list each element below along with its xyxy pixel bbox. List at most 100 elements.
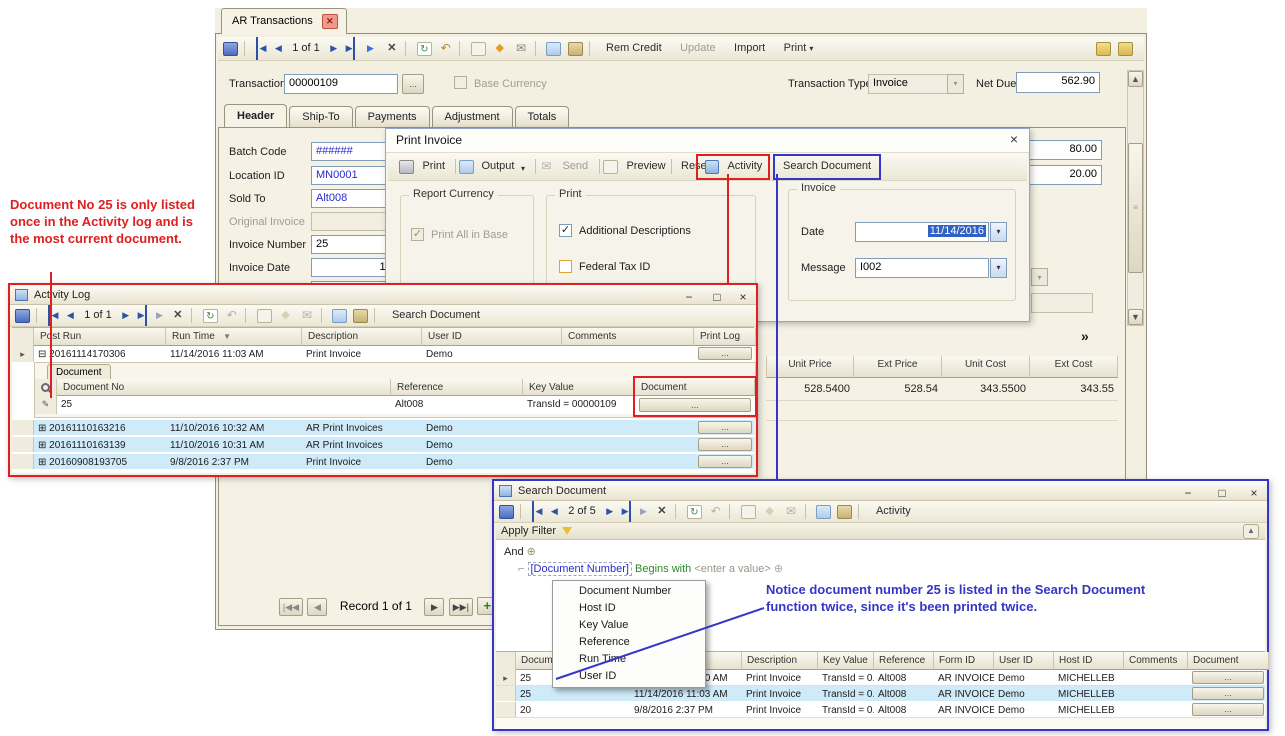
print-menu-button[interactable]: Print ▾ xyxy=(784,37,814,60)
col-description[interactable]: Description xyxy=(302,328,422,346)
save-icon[interactable] xyxy=(15,309,30,323)
scroll-down-icon[interactable]: ▼ xyxy=(1128,309,1143,325)
col-print-log[interactable]: Print Log xyxy=(694,328,756,346)
dialog-close-icon[interactable]: × xyxy=(1005,131,1023,147)
table-row[interactable]: 25 11/14/2016 11:03 AM Print Invoice Tra… xyxy=(496,686,1265,702)
nav-prev-icon[interactable]: ◀ xyxy=(551,501,558,522)
col-post-run[interactable]: Post Run xyxy=(34,328,166,346)
maximize-icon[interactable]: □ xyxy=(708,287,726,307)
record-first-button[interactable]: |◀◀ xyxy=(279,598,303,616)
table-row[interactable]: ⊞ 20160908193705 9/8/2016 2:37 PM Print … xyxy=(12,454,754,470)
invoice-message-field[interactable]: I002 xyxy=(855,258,989,278)
subgrid-tab-document[interactable]: Document xyxy=(47,364,111,379)
transaction-no-browse-button[interactable]: ... xyxy=(402,74,424,94)
document-button[interactable]: ... xyxy=(1192,671,1264,684)
grid-col-ext-price[interactable]: Ext Price xyxy=(854,356,942,378)
nav-next-icon[interactable]: ▶ xyxy=(122,305,129,326)
subcol-document-no[interactable]: Document No xyxy=(57,379,391,396)
rem-credit-button[interactable]: Rem Credit xyxy=(606,37,662,60)
nav-prev-icon[interactable]: ◀ xyxy=(275,37,282,60)
minimize-icon[interactable]: − xyxy=(680,287,698,307)
expand-columns-icon[interactable]: » xyxy=(1081,328,1089,344)
table-row[interactable]: ▸ ⊟ 20161114170306 11/14/2016 11:03 AM P… xyxy=(12,346,754,362)
record-prev-button[interactable]: ◀ xyxy=(307,598,327,616)
table-row[interactable]: ⊞ 20161110163216 11/10/2016 10:32 AM AR … xyxy=(12,420,754,436)
close-icon[interactable]: × xyxy=(1245,483,1263,503)
col-reference[interactable]: Reference xyxy=(874,652,934,670)
menu-item[interactable]: Document Number xyxy=(553,583,705,600)
scroll-up-icon[interactable]: ▲ xyxy=(1128,71,1143,87)
subcol-reference[interactable]: Reference xyxy=(391,379,523,396)
table-row[interactable]: ⊞ 20161110163139 11/10/2016 10:31 AM AR … xyxy=(12,437,754,453)
activity-button[interactable]: Activity xyxy=(696,154,770,180)
col-key-value[interactable]: Key Value xyxy=(818,652,874,670)
col-document[interactable]: Document xyxy=(1188,652,1269,670)
invoice-message-dropdown-icon[interactable]: ▾ xyxy=(990,258,1007,278)
copy-icon[interactable] xyxy=(546,42,561,56)
apply-filter-bar[interactable]: Apply Filter ▲ xyxy=(496,523,1265,540)
scroll-thumb[interactable]: ≡ xyxy=(1128,143,1143,273)
col-comments[interactable]: Comments xyxy=(562,328,694,346)
print-button[interactable]: Print xyxy=(422,153,445,180)
delete-icon[interactable]: ✕ xyxy=(384,42,399,56)
vertical-scrollbar[interactable]: ▲ ≡ ▼ xyxy=(1127,70,1144,326)
nav-next-icon[interactable]: ▶ xyxy=(606,501,613,522)
collapse-panel-icon[interactable]: ▲ xyxy=(1243,524,1259,539)
menu-item[interactable]: Key Value xyxy=(553,617,705,634)
refresh-icon[interactable]: ↻ xyxy=(687,505,702,519)
transaction-no-field[interactable]: 00000109 xyxy=(284,74,398,94)
table-row[interactable]: 20 9/8/2016 2:37 PM Print Invoice TransI… xyxy=(496,702,1265,718)
grid-col-unit-price[interactable]: Unit Price xyxy=(766,356,854,378)
filter-operator[interactable]: Begins with xyxy=(635,563,691,575)
filter-value[interactable]: <enter a value> xyxy=(694,563,770,575)
invoice-date-field[interactable]: 11/14/2016 xyxy=(855,222,989,242)
notes-icon[interactable] xyxy=(1118,42,1133,56)
delete-icon[interactable]: ✕ xyxy=(654,505,669,519)
subgrid-row[interactable]: ✎ 25 Alt008 TransId = 00000109 ... xyxy=(35,396,755,414)
paste-icon[interactable] xyxy=(568,42,583,56)
col-description[interactable]: Description xyxy=(742,652,818,670)
nav-next-icon[interactable]: ▶ xyxy=(330,37,337,60)
document-button[interactable]: ... xyxy=(639,398,751,412)
search-document-button[interactable]: Search Document xyxy=(773,154,881,180)
save-icon[interactable] xyxy=(499,505,514,519)
import-button[interactable]: Import xyxy=(734,37,765,60)
nav-first-icon[interactable]: ◀ xyxy=(532,501,542,522)
col-user-id[interactable]: User ID xyxy=(994,652,1054,670)
nav-last-icon[interactable]: ▶ xyxy=(138,305,148,326)
col-comments[interactable]: Comments xyxy=(1124,652,1188,670)
col-user-id[interactable]: User ID xyxy=(422,328,562,346)
subcol-key-value[interactable]: Key Value xyxy=(523,379,635,396)
tab-ship-to[interactable]: Ship-To xyxy=(289,106,352,128)
maximize-icon[interactable]: □ xyxy=(1213,483,1231,503)
document-button[interactable]: ... xyxy=(1192,703,1264,716)
print-log-button[interactable]: ... xyxy=(698,347,752,360)
paste-icon[interactable] xyxy=(353,309,368,323)
output-dropdown-icon[interactable]: ▾ xyxy=(521,164,525,173)
add-condition-icon[interactable]: ⊕ xyxy=(527,546,536,558)
menu-item[interactable]: Host ID xyxy=(553,600,705,617)
print-log-button[interactable]: ... xyxy=(698,438,752,451)
minimize-icon[interactable]: − xyxy=(1179,483,1197,503)
menu-item[interactable]: Reference xyxy=(553,634,705,651)
preview-icon[interactable] xyxy=(257,309,272,323)
output-button[interactable]: Output xyxy=(481,153,514,180)
col-host-id[interactable]: Host ID xyxy=(1054,652,1124,670)
close-icon[interactable]: × xyxy=(734,287,752,307)
grid-col-unit-cost[interactable]: Unit Cost xyxy=(942,356,1030,378)
tab-ar-transactions[interactable]: AR Transactions ✕ xyxy=(221,8,347,34)
invoice-date-dropdown-icon[interactable]: ▾ xyxy=(990,222,1007,242)
grid-col-ext-cost[interactable]: Ext Cost xyxy=(1030,356,1118,378)
binoculars-icon[interactable] xyxy=(1096,42,1111,56)
filter-field[interactable]: [Document Number] xyxy=(528,562,632,576)
col-run-time[interactable]: Run Time ▼ xyxy=(166,328,302,346)
nav-last-icon[interactable]: ▶ xyxy=(346,37,356,60)
new-record-icon[interactable]: ▶ xyxy=(363,42,378,56)
tab-header[interactable]: Header xyxy=(224,104,287,128)
additional-descriptions-checkbox[interactable]: ✓ xyxy=(559,224,572,237)
filter-and-operator[interactable]: And xyxy=(504,546,524,558)
menu-item[interactable]: Run Time xyxy=(553,651,705,668)
preview-button[interactable]: Preview xyxy=(626,153,665,180)
document-button[interactable]: ... xyxy=(1192,687,1264,700)
record-next-button[interactable]: ▶ xyxy=(424,598,444,616)
